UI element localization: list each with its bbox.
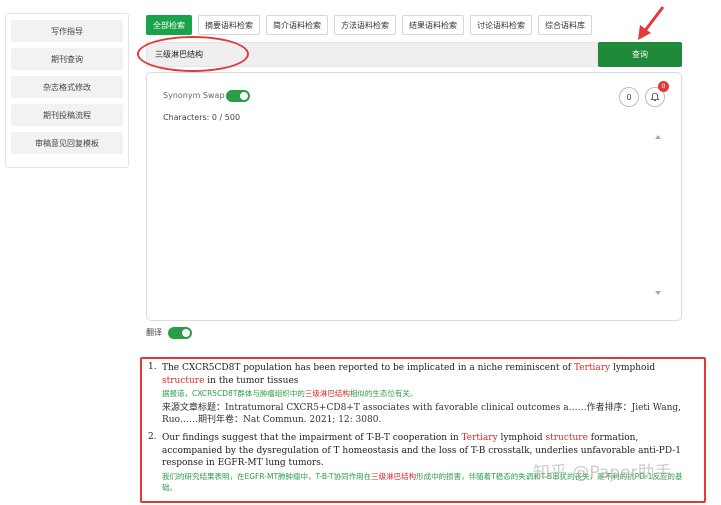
scroll-up-arrow-icon[interactable] bbox=[655, 135, 661, 139]
notification-badge: 0 bbox=[658, 81, 669, 92]
result-number: 1. bbox=[148, 362, 157, 372]
tab-abstract-search[interactable]: 摘要语料检索 bbox=[198, 15, 260, 35]
highlight-term: structure bbox=[162, 375, 205, 386]
highlight-term: structure bbox=[545, 433, 588, 443]
highlight-term: Tertiary bbox=[461, 433, 498, 443]
highlight-term: 三级淋巴结构 bbox=[304, 389, 350, 398]
highlight-term: 三级淋巴结构 bbox=[371, 471, 417, 481]
synonym-swap-label: Synonym Swap bbox=[163, 91, 225, 100]
tab-all-search[interactable]: 全部检索 bbox=[146, 15, 192, 35]
watermark: 知乎 @Paper助手 bbox=[533, 463, 672, 483]
result-chinese: 据报道，CXCR5CD8T群体与肿瘤组织中的三级淋巴结构相似的生态位有关。 bbox=[162, 388, 690, 399]
text-segment: lymphoid bbox=[497, 433, 546, 443]
annotation-arrow-icon bbox=[638, 6, 665, 40]
synonym-swap-toggle[interactable] bbox=[226, 90, 250, 102]
characters-label: Characters: bbox=[163, 113, 210, 122]
query-button[interactable]: 查询 bbox=[598, 42, 682, 67]
text-segment: 相似的生态位有关。 bbox=[349, 389, 418, 398]
text-segment: lymphoid bbox=[610, 363, 656, 373]
text-segment: Our findings suggest that the impairment… bbox=[162, 433, 462, 443]
sidebar-item-submission-process[interactable]: 期刊投稿流程 bbox=[11, 104, 123, 126]
result-item: 1. The CXCR5CD8T population has been rep… bbox=[148, 362, 690, 426]
scroll-down-arrow-icon[interactable] bbox=[655, 291, 661, 295]
text-segment: in the tumor tissues bbox=[204, 375, 299, 386]
sidebar-item-journal-query[interactable]: 期刊查询 bbox=[11, 48, 123, 70]
text-input-area[interactable] bbox=[163, 129, 667, 301]
result-source: 来源文章标题：Intratumoral CXCR5+CD8+T associat… bbox=[162, 403, 682, 425]
tab-results-search[interactable]: 结果语料检索 bbox=[402, 15, 464, 35]
count-indicator[interactable]: 0 bbox=[619, 87, 639, 107]
result-english: The CXCR5CD8T population has been report… bbox=[162, 362, 690, 387]
tab-discussion-search[interactable]: 讨论语料检索 bbox=[470, 15, 532, 35]
text-segment: 据报道，CXCR5CD8T群体与肿瘤组织中的 bbox=[162, 389, 305, 398]
sidebar-item-writing-guide[interactable]: 写作指导 bbox=[11, 20, 123, 42]
characters-counter: Characters: 0 / 500 bbox=[163, 113, 240, 122]
translate-label: 翻译 bbox=[146, 328, 162, 337]
annotation-ellipse bbox=[137, 36, 249, 72]
sidebar-item-review-reply-template[interactable]: 审稿意见回复模板 bbox=[11, 132, 123, 154]
sidebar-item-format-edit[interactable]: 杂志格式修改 bbox=[11, 76, 123, 98]
text-segment: The CXCR5CD8T population has been report… bbox=[162, 363, 574, 373]
tab-intro-search[interactable]: 简介语料检索 bbox=[266, 15, 328, 35]
result-number: 2. bbox=[148, 432, 157, 442]
textarea-scrollbar[interactable] bbox=[653, 129, 665, 301]
bell-icon bbox=[650, 92, 660, 102]
highlight-term: Tertiary bbox=[573, 363, 611, 373]
translate-toggle[interactable] bbox=[168, 327, 192, 339]
sidebar: 写作指导 期刊查询 杂志格式修改 期刊投稿流程 审稿意见回复模板 bbox=[5, 13, 129, 168]
characters-value: 0 / 500 bbox=[211, 113, 241, 122]
tab-methods-search[interactable]: 方法语料检索 bbox=[334, 15, 396, 35]
text-segment: 我们的研究结果表明，在EGFR-MT肺肿瘤中，T-B-T协同作用在 bbox=[162, 471, 372, 481]
search-tabs: 全部检索 摘要语料检索 简介语料检索 方法语料检索 结果语料检索 讨论语料检索 … bbox=[146, 15, 592, 35]
editor-panel: Synonym Swap Characters: 0 / 500 0 0 bbox=[146, 72, 682, 321]
tab-corpus[interactable]: 综合语料库 bbox=[538, 15, 592, 35]
